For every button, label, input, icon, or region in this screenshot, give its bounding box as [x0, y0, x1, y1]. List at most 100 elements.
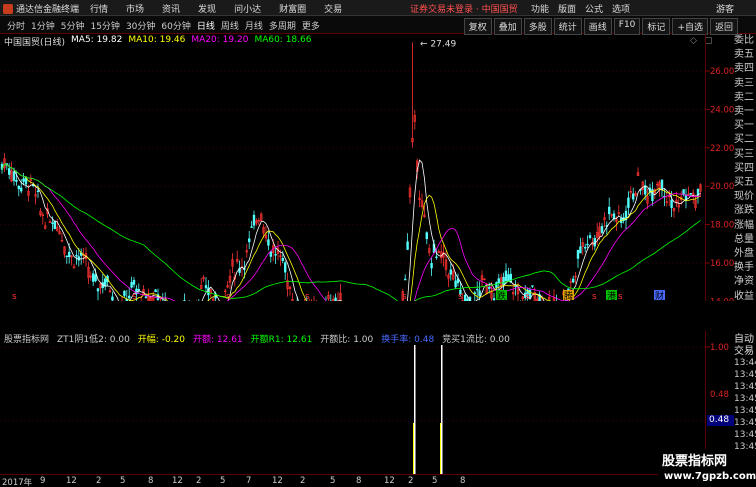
candle-body [123, 290, 126, 296]
multi-stock-button[interactable]: 多股 [523, 18, 552, 35]
event-marker-label: 跌 [497, 291, 506, 301]
candle-body [403, 278, 407, 281]
indicator-info: 股票指标网 ZT1阴1低2: 0.00 开幅: -0.20 开额: 12.61 开额R1… [0, 331, 706, 345]
period-tab[interactable]: 1分钟 [31, 19, 55, 32]
trade-time: 13:44 [734, 358, 756, 368]
period-tab[interactable]: 30分钟 [126, 19, 155, 32]
quote-field-label: 买一 [734, 120, 754, 132]
small-marker: s [305, 292, 310, 301]
period-tab[interactable]: 分时 [7, 19, 25, 32]
date-label: 12 [66, 476, 77, 486]
app-title-text: 通达信金融终端 [16, 5, 80, 15]
quote-field-label: 委比 [734, 35, 754, 46]
candle-body [425, 232, 428, 240]
trade-panel: 自动交易13:4413:4513:4513:4513:4513:4513:451… [734, 332, 756, 452]
period-tab[interactable]: 日线 [197, 19, 215, 32]
candle-body [111, 296, 114, 301]
candle-body [504, 270, 508, 281]
back-button[interactable]: 返回 [709, 18, 738, 35]
candle-body [689, 193, 693, 195]
indicator-bar [441, 345, 443, 474]
trade-panel-header[interactable]: 交易 [734, 344, 756, 356]
candle-body [478, 290, 481, 296]
overlay-button[interactable]: 叠加 [493, 18, 522, 35]
date-label: 5 [432, 476, 438, 486]
candle-body [631, 193, 635, 200]
candle-body [132, 279, 136, 285]
quote-field-label: 总量 [734, 233, 754, 245]
quote-field-label: 买二 [734, 134, 754, 146]
candle-body [531, 285, 534, 287]
candle-body [92, 273, 95, 282]
menu-item-formula[interactable]: 公式 [585, 2, 603, 15]
guest-login[interactable]: 游客 [716, 2, 734, 15]
candle-body [283, 262, 287, 273]
indicator-value: 开额R1: 12.61 [250, 335, 313, 345]
menu-item[interactable]: 资讯 [162, 2, 180, 15]
menu-item-options[interactable]: 选项 [612, 2, 630, 15]
period-toolbar: 分时 1分钟 5分钟 15分钟 30分钟 60分钟 日线 周线 月线 多周期 更多 复权 叠加 多股… [0, 16, 756, 35]
trade-time: 13:45 [734, 394, 756, 404]
menu-item-layout[interactable]: 版面 [558, 2, 576, 15]
candle-body [281, 257, 284, 261]
candle-body [104, 278, 107, 287]
candle-body [495, 282, 498, 288]
mark-button[interactable]: 标记 [642, 18, 671, 35]
candle-body [627, 197, 630, 208]
candle-body [497, 278, 500, 284]
trade-time: 13:45 [734, 406, 756, 416]
candle-body [475, 288, 479, 291]
period-tab[interactable]: 5分钟 [61, 19, 85, 32]
app-title: 通达信金融终端 [3, 2, 79, 15]
menu-item[interactable]: 交易 [324, 2, 342, 15]
trade-time: 13:45 [734, 370, 756, 380]
period-tab[interactable]: 更多 [302, 19, 320, 32]
candle-body [269, 251, 272, 257]
indicator-value-box: 0.48 [707, 415, 734, 426]
indicator-axis-label: 0.48 [710, 390, 729, 400]
date-label: 2 [96, 476, 102, 486]
indicator-chart[interactable] [0, 331, 706, 474]
candle-body [53, 220, 57, 229]
statistics-button[interactable]: 统计 [553, 18, 582, 35]
f10-button[interactable]: F10 [613, 18, 641, 35]
indicator-bar [414, 345, 416, 474]
date-label: 8 [148, 476, 154, 486]
candle-body [19, 187, 23, 192]
login-notice[interactable]: 证券交易未登录 · 中国国贸 [410, 2, 518, 15]
period-tab[interactable]: 15分钟 [90, 19, 119, 32]
quote-field-label: 买三 [734, 148, 754, 160]
ma-legend: 中国国贸(日线) MA5: 19.82 MA10: 19.46 MA20: 19… [4, 35, 311, 48]
candlestick-chart[interactable]: ← 27.49— 11.08跌腾港财sssssssss [0, 34, 706, 301]
quote-field-label: 换手 [734, 262, 754, 274]
candle-body [17, 186, 20, 190]
period-tab[interactable]: 60分钟 [161, 19, 190, 32]
menu-item-function[interactable]: 功能 [531, 2, 549, 15]
candle-body [144, 296, 148, 299]
menu-item[interactable]: 问小达 [234, 2, 261, 15]
candle-body [583, 246, 587, 249]
trade-panel-header[interactable]: 自动 [734, 332, 756, 344]
candle-body [8, 168, 11, 175]
date-label: 7 [246, 476, 252, 486]
period-tab[interactable]: 周线 [221, 19, 239, 32]
menu-item[interactable]: 发现 [198, 2, 216, 15]
period-tab[interactable]: 多周期 [269, 19, 296, 32]
candle-body [487, 287, 491, 289]
menu-item[interactable]: 市场 [126, 2, 144, 15]
candle-body [267, 239, 270, 246]
draw-line-button[interactable]: 画线 [583, 18, 612, 35]
menu-item[interactable]: 财富圈 [279, 2, 306, 15]
small-marker: s [525, 292, 530, 301]
candle-body [600, 226, 604, 233]
candle-body [77, 256, 81, 261]
right-menu: 功能 版面 公式 选项 [531, 2, 630, 15]
date-label: 2 [300, 476, 306, 486]
adjust-button[interactable]: 复权 [463, 18, 492, 35]
quote-field-label: 净资 [734, 276, 754, 288]
add-watchlist-button[interactable]: +自选 [672, 18, 708, 35]
event-marker-label: 腾 [564, 290, 573, 301]
period-tab[interactable]: 月线 [245, 19, 263, 32]
ma20-value: MA20: 19.20 [191, 35, 249, 45]
menu-item[interactable]: 行情 [90, 2, 108, 15]
